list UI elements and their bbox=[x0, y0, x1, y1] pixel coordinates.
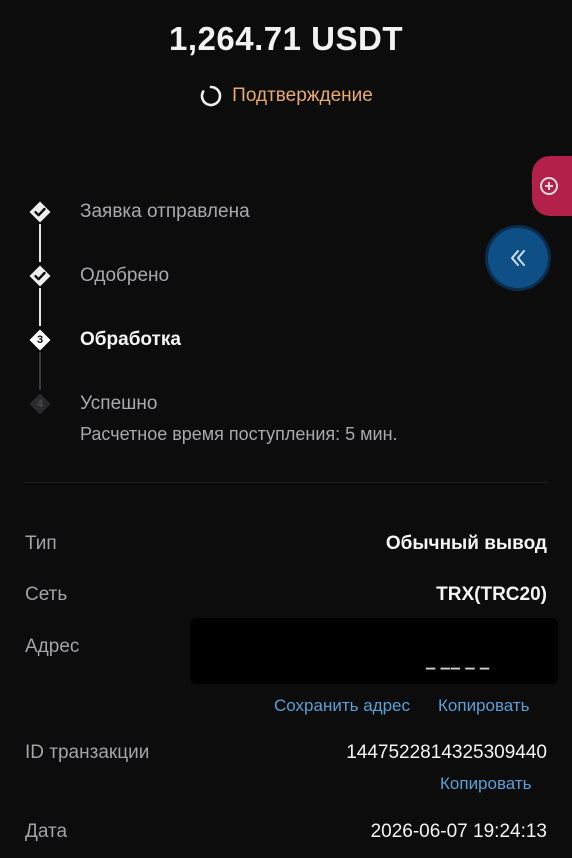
step-active-icon: 3 bbox=[28, 328, 52, 352]
address-redaction bbox=[190, 618, 558, 684]
txid-value: 1447522814325309440 bbox=[346, 742, 547, 763]
save-address-link[interactable]: Сохранить адрес bbox=[274, 696, 410, 716]
estimated-arrival-text: Расчетное время поступления: 5 мин. bbox=[80, 424, 398, 444]
step-done-icon bbox=[28, 200, 52, 224]
txid-label: ID транзакции bbox=[25, 742, 150, 763]
date-label: Дата bbox=[25, 821, 68, 842]
address-label: Адрес bbox=[25, 636, 80, 657]
network-value: TRX(TRC20) bbox=[436, 584, 547, 605]
date-value: 2026-06-07 19:24:13 bbox=[370, 821, 547, 842]
type-label: Тип bbox=[25, 533, 57, 554]
step-number: 3 bbox=[36, 334, 44, 346]
loading-spinner-icon bbox=[199, 84, 223, 108]
step-connector bbox=[39, 352, 41, 390]
withdrawal-amount: 1,264.71 USDT bbox=[169, 20, 403, 57]
address-remnant: ▔ ▔▔ ▔ ▔ bbox=[426, 668, 491, 682]
progress-steps: Заявка отправлена Одобрено 3 Обработка 4… bbox=[24, 196, 544, 456]
step-label-approved: Одобрено bbox=[80, 265, 170, 286]
step-label-submitted: Заявка отправлена bbox=[80, 201, 250, 222]
step-done-icon bbox=[28, 264, 52, 288]
step-connector bbox=[39, 288, 41, 326]
network-label: Сеть bbox=[25, 584, 68, 605]
add-circle-icon bbox=[540, 177, 558, 195]
divider bbox=[24, 482, 548, 483]
step-pending-icon: 4 bbox=[28, 392, 52, 416]
status-text: Подтверждение bbox=[232, 85, 373, 106]
step-number: 4 bbox=[36, 398, 44, 410]
step-label-success: Успешно bbox=[80, 393, 158, 414]
step-connector bbox=[39, 224, 41, 262]
type-value: Обычный вывод bbox=[385, 533, 547, 554]
copy-txid-link[interactable]: Копировать bbox=[440, 774, 532, 794]
step-label-processing: Обработка bbox=[80, 329, 181, 350]
copy-address-link[interactable]: Копировать bbox=[438, 696, 530, 716]
status-row: Подтверждение bbox=[0, 84, 572, 108]
